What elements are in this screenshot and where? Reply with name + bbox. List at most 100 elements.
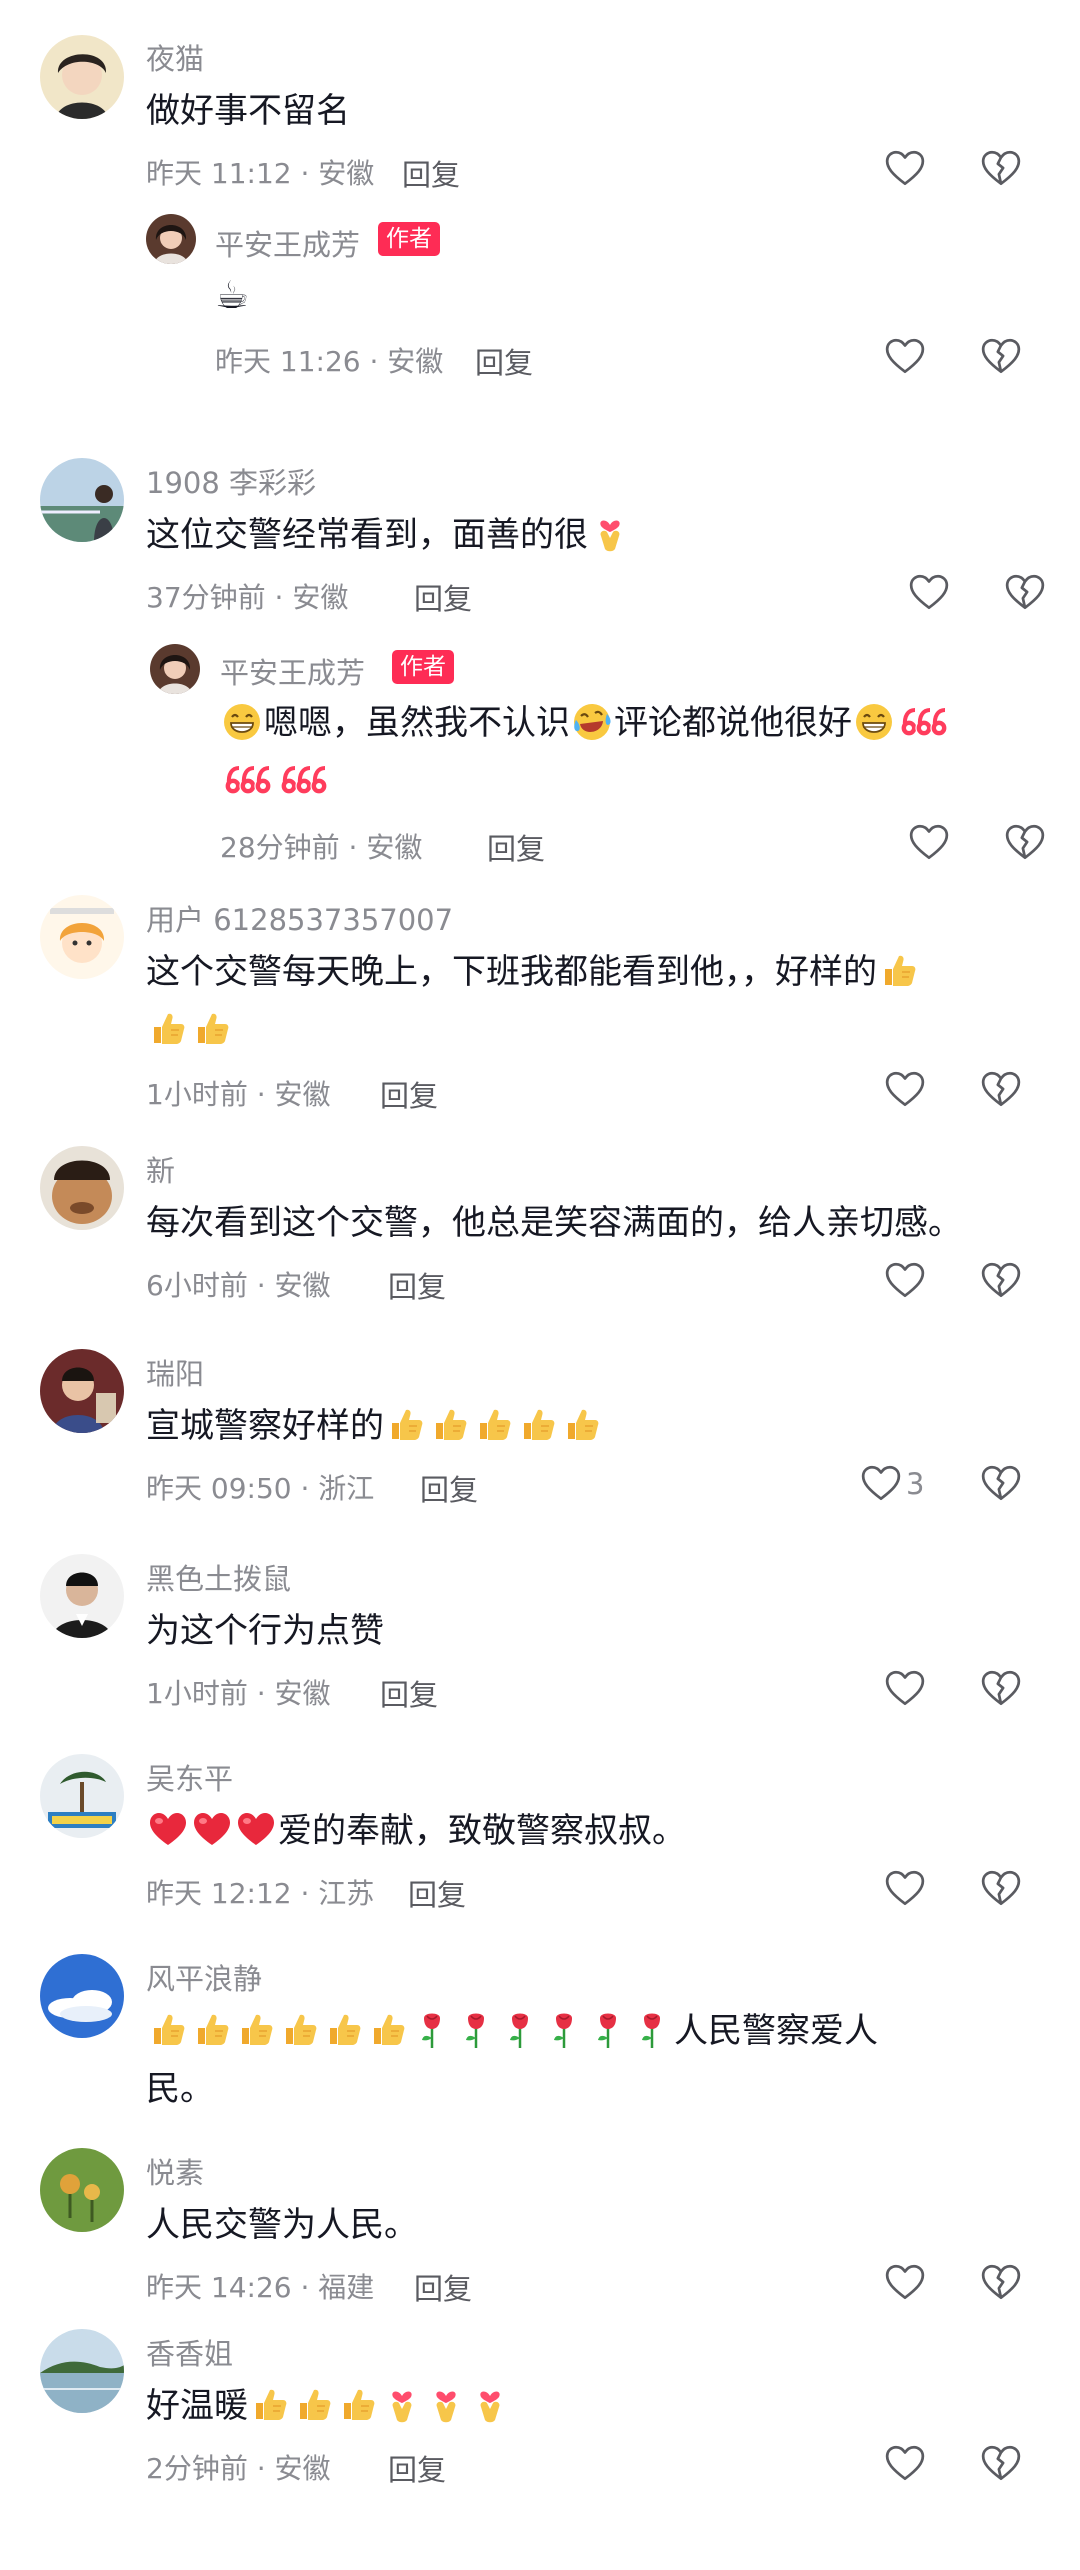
dislike-icon[interactable]: [980, 1069, 1022, 1111]
dislike-icon[interactable]: [980, 1260, 1022, 1302]
thumbs-up-emoji: [324, 2010, 364, 2050]
avatar[interactable]: [40, 1954, 124, 2038]
comment-meta: 2分钟前 · 安徽: [146, 2452, 331, 2485]
comment-item: 悦素 人民交警为人民。 昨天 14:26 · 福建 回复: [0, 2142, 1080, 2332]
comment-item: 夜猫 做好事不留名 昨天 11:12 · 安徽 回复: [0, 0, 1080, 192]
comment-meta: 昨天 11:26 · 安徽: [215, 345, 444, 378]
avatar[interactable]: [40, 1554, 124, 1638]
like-icon[interactable]: [884, 2262, 926, 2304]
thumbs-up-emoji: [250, 2385, 290, 2425]
avatar[interactable]: [40, 2148, 124, 2232]
like-icon[interactable]: [860, 1463, 902, 1505]
comment-text: 为这个行为点赞: [146, 1611, 384, 1651]
comment-author[interactable]: 风平浪静: [146, 1956, 262, 1998]
like-icon[interactable]: [884, 1868, 926, 1910]
comment-author[interactable]: 用户 6128537357007: [146, 897, 453, 939]
dislike-icon[interactable]: [980, 2443, 1022, 2485]
reply-button[interactable]: 回复: [402, 152, 460, 194]
finger-heart-emoji: [382, 2385, 422, 2425]
thumbs-up-emoji: [879, 951, 919, 991]
thumbs-up-emoji: [430, 1405, 470, 1445]
dislike-icon[interactable]: [980, 2262, 1022, 2304]
comment-author[interactable]: 1908 李彩彩: [146, 460, 316, 502]
like-icon[interactable]: [884, 148, 926, 190]
laugh-cry-emoji: [572, 702, 612, 742]
dislike-icon[interactable]: [980, 1668, 1022, 1710]
comment-text: ☕: [215, 273, 250, 317]
reply-button[interactable]: 回复: [414, 2266, 472, 2308]
reply-button[interactable]: 回复: [388, 2447, 446, 2489]
comment-author[interactable]: 新: [146, 1148, 175, 1190]
avatar[interactable]: [146, 214, 196, 264]
thumbs-up-emoji: [294, 2385, 334, 2425]
author-badge: 作者: [392, 650, 454, 684]
rose-emoji: [456, 2010, 496, 2050]
reply-button[interactable]: 回复: [475, 340, 533, 382]
comment-author[interactable]: 平安王成芳: [220, 650, 365, 692]
666-emoji: [278, 760, 330, 800]
like-icon[interactable]: [884, 336, 926, 378]
avatar[interactable]: [40, 1146, 124, 1230]
comment-author[interactable]: 黑色土拨鼠: [146, 1556, 291, 1598]
comment-author[interactable]: 悦素: [146, 2150, 204, 2192]
reply-button[interactable]: 回复: [420, 1467, 478, 1509]
red-heart-emoji: [236, 1810, 276, 1850]
like-icon[interactable]: [908, 822, 950, 864]
dislike-icon[interactable]: [980, 1463, 1022, 1505]
rose-emoji: [588, 2010, 628, 2050]
avatar[interactable]: [40, 35, 124, 119]
rose-emoji: [500, 2010, 540, 2050]
comment-text-line2: 民。: [146, 2069, 214, 2109]
avatar[interactable]: [40, 458, 124, 542]
dislike-icon[interactable]: [1004, 572, 1046, 614]
comment-meta: 1小时前 · 安徽: [146, 1078, 331, 1111]
reply-button[interactable]: 回复: [408, 1872, 466, 1914]
comment-meta: 昨天 09:50 · 浙江: [146, 1472, 375, 1505]
reply-item: 平安王成芳 作者 嗯嗯，虽然我不认识 评论都说他很好 28分钟前 · 安徽 回复: [0, 638, 1080, 878]
avatar[interactable]: [40, 2329, 124, 2413]
thumbs-up-emoji: [518, 1405, 558, 1445]
dislike-icon[interactable]: [980, 336, 1022, 378]
comment-text: 嗯嗯，虽然我不认识 评论都说他很好: [220, 694, 952, 752]
reply-button[interactable]: 回复: [380, 1672, 438, 1714]
comment-author[interactable]: 平安王成芳: [215, 222, 360, 264]
thumbs-up-emoji: [562, 1405, 602, 1445]
avatar[interactable]: [40, 1754, 124, 1838]
reply-button[interactable]: 回复: [487, 826, 545, 868]
like-icon[interactable]: [884, 1668, 926, 1710]
thumbs-up-emoji: [236, 2010, 276, 2050]
comment-meta: 6小时前 · 安徽: [146, 1269, 331, 1302]
reply-button[interactable]: 回复: [380, 1073, 438, 1115]
comment-author[interactable]: 香香姐: [146, 2331, 233, 2373]
finger-heart-emoji: [590, 514, 630, 554]
avatar[interactable]: [150, 644, 200, 694]
reply-button[interactable]: 回复: [388, 1264, 446, 1306]
dislike-icon[interactable]: [980, 1868, 1022, 1910]
comment-meta: 昨天 14:26 · 福建: [146, 2271, 375, 2304]
comment-text: 每次看到这个交警，他总是笑容满面的，给人亲切感。: [146, 1203, 962, 1243]
comment-text-line2: [220, 752, 332, 810]
comment-author[interactable]: 夜猫: [146, 36, 204, 78]
like-icon[interactable]: [884, 2443, 926, 2485]
comment-item: 新 每次看到这个交警，他总是笑容满面的，给人亲切感。 6小时前 · 安徽 回复: [0, 1140, 1080, 1330]
thumbs-up-emoji: [148, 2010, 188, 2050]
avatar[interactable]: [40, 1349, 124, 1433]
grin-emoji: [222, 702, 262, 742]
dislike-icon[interactable]: [980, 148, 1022, 190]
like-icon[interactable]: [884, 1069, 926, 1111]
avatar[interactable]: [40, 895, 124, 979]
finger-heart-emoji: [470, 2385, 510, 2425]
comment-text: 人民交警为人民。: [146, 2205, 418, 2245]
comment-meta: 昨天 12:12 · 江苏: [146, 1877, 375, 1910]
666-emoji: [898, 702, 950, 742]
like-icon[interactable]: [884, 1260, 926, 1302]
comment-text: 爱的奉献，致敬警察叔叔。: [146, 1802, 686, 1860]
dislike-icon[interactable]: [1004, 822, 1046, 864]
like-icon[interactable]: [908, 572, 950, 614]
reply-button[interactable]: 回复: [414, 576, 472, 618]
thumbs-up-emoji: [474, 1405, 514, 1445]
thumbs-up-emoji: [386, 1405, 426, 1445]
comment-text: 这位交警经常看到，面善的很: [146, 506, 632, 564]
comment-author[interactable]: 吴东平: [146, 1756, 233, 1798]
comment-author[interactable]: 瑞阳: [146, 1351, 204, 1393]
